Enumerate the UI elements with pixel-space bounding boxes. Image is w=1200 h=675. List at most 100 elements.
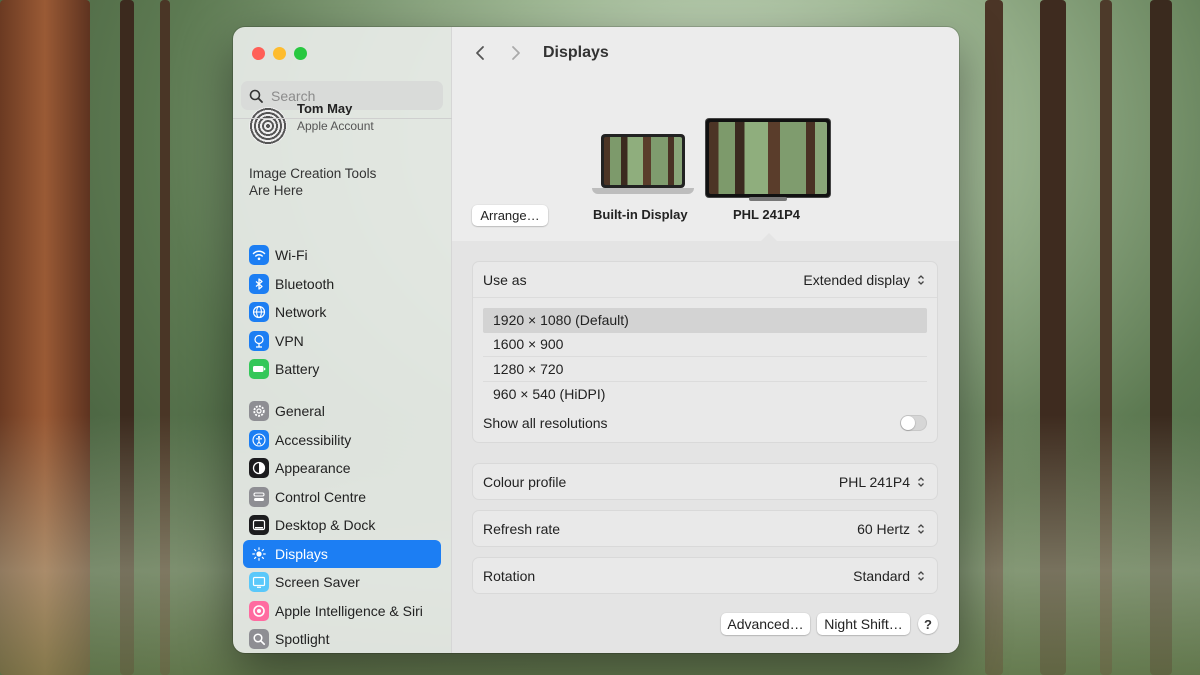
use-as-popup[interactable]: Extended display	[803, 271, 927, 288]
phl-display-thumbnail[interactable]	[706, 119, 830, 197]
refresh-rate-label: Refresh rate	[483, 520, 561, 537]
wifi-icon	[249, 245, 269, 266]
use-as-value: Extended display	[803, 271, 910, 288]
help-button[interactable]: ?	[918, 614, 938, 634]
spotlight-icon	[249, 629, 269, 650]
sidebar-item-label: Network	[275, 304, 327, 321]
sidebar-item-appearance[interactable]: Appearance	[243, 454, 441, 483]
use-as-label: Use as	[483, 271, 527, 288]
minimize-button[interactable]	[273, 47, 286, 60]
toolbar: Displays	[452, 27, 959, 79]
bluetooth-icon	[249, 273, 269, 294]
dock-icon	[249, 515, 269, 536]
zoom-button[interactable]	[294, 47, 307, 60]
control-centre-icon	[249, 486, 269, 507]
colour-profile-label: Colour profile	[483, 473, 567, 490]
updown-chevron-icon	[914, 473, 927, 490]
sidebar-divider	[233, 118, 452, 119]
sidebar-item-label: General	[275, 403, 325, 420]
search-icon	[249, 89, 263, 103]
updown-chevron-icon	[914, 567, 927, 584]
sidebar-item-label: Control Centre	[275, 488, 367, 505]
main-pane: Displays Arrange… Built-in Display PHL 2…	[452, 27, 959, 653]
refresh-rate-card: Refresh rate 60 Hertz	[472, 510, 938, 547]
sidebar-group-system: General Accessibility Appearance Control Ce…	[243, 397, 441, 653]
resolution-option[interactable]: 1600 × 900	[483, 333, 927, 357]
sidebar-item-desktop-dock[interactable]: Desktop & Dock	[243, 511, 441, 540]
night-shift-button[interactable]: Night Shift…	[817, 613, 910, 635]
advanced-button[interactable]: Advanced…	[721, 613, 810, 635]
resolution-list: 1920 × 1080 (Default) 1600 × 900 1280 × 72…	[483, 308, 927, 406]
colour-profile-popup[interactable]: PHL 241P4	[839, 473, 927, 490]
sidebar-item-vpn[interactable]: VPN	[243, 327, 441, 356]
sidebar-item-spotlight[interactable]: Spotlight	[243, 625, 441, 653]
chevron-left-icon	[476, 46, 484, 60]
sidebar-item-control-centre[interactable]: Control Centre	[243, 483, 441, 512]
show-all-resolutions-toggle[interactable]	[900, 415, 927, 431]
sidebar-item-label: Screen Saver	[275, 574, 360, 591]
refresh-rate-value: 60 Hertz	[857, 520, 910, 537]
sidebar-item-battery[interactable]: Battery	[243, 355, 441, 384]
close-button[interactable]	[252, 47, 265, 60]
updown-chevron-icon	[914, 271, 927, 288]
resolution-option[interactable]: 1920 × 1080 (Default)	[483, 308, 927, 333]
selection-pointer	[761, 233, 777, 241]
arrange-button[interactable]: Arrange…	[472, 205, 548, 226]
sidebar-item-screen-saver[interactable]: Screen Saver	[243, 568, 441, 597]
search-placeholder: Search	[271, 87, 316, 104]
built-in-display-label: Built-in Display	[593, 207, 688, 222]
appearance-icon	[249, 458, 269, 479]
vpn-icon	[249, 330, 269, 351]
forward-button[interactable]	[503, 40, 529, 66]
colour-profile-row: Colour profile PHL 241P4	[473, 464, 937, 499]
account-subtitle: Apple Account	[297, 119, 374, 133]
account-name: Tom May	[297, 103, 353, 115]
accessibility-icon	[249, 429, 269, 450]
window-controls	[252, 47, 307, 60]
rotation-popup[interactable]: Standard	[853, 567, 927, 584]
updown-chevron-icon	[914, 520, 927, 537]
chevron-right-icon	[512, 46, 520, 60]
sidebar-item-wi-fi[interactable]: Wi-Fi	[243, 241, 441, 270]
phl-display-label: PHL 241P4	[733, 207, 800, 222]
use-as-card: Use as Extended display 1920 × 1080 (Def…	[472, 261, 938, 443]
rotation-row: Rotation Standard	[473, 558, 937, 593]
sun-icon	[249, 543, 269, 564]
battery-icon	[249, 359, 269, 380]
siri-icon	[249, 600, 269, 621]
sidebar-group-network: Wi-Fi Bluetooth Network VPN Battery	[243, 241, 441, 384]
refresh-rate-popup[interactable]: 60 Hertz	[857, 520, 927, 537]
resolution-option[interactable]: 960 × 540 (HiDPI)	[483, 382, 927, 407]
globe-icon	[249, 302, 269, 323]
sidebar-item-label: Bluetooth	[275, 275, 335, 292]
sidebar-item-network[interactable]: Network	[243, 298, 441, 327]
show-all-resolutions-row: Show all resolutions	[473, 406, 937, 440]
sidebar: Search Tom May Apple Account Image Creat…	[233, 27, 452, 653]
built-in-display-thumbnail[interactable]	[592, 134, 694, 196]
rotation-value: Standard	[853, 567, 910, 584]
promo-link[interactable]: Image Creation Tools Are Here	[249, 165, 399, 199]
gear-icon	[249, 401, 269, 422]
back-button[interactable]	[467, 40, 493, 66]
sidebar-item-label: Desktop & Dock	[275, 517, 376, 534]
sidebar-item-label: Appearance	[275, 460, 351, 477]
sidebar-item-displays[interactable]: Displays	[243, 539, 441, 568]
sidebar-item-bluetooth[interactable]: Bluetooth	[243, 270, 441, 299]
monitor-stand	[749, 197, 787, 201]
sidebar-item-label: Battery	[275, 361, 320, 378]
sidebar-item-general[interactable]: General	[243, 397, 441, 426]
sidebar-item-accessibility[interactable]: Accessibility	[243, 426, 441, 455]
use-as-row: Use as Extended display	[473, 262, 937, 298]
rotation-card: Rotation Standard	[472, 557, 938, 594]
avatar	[249, 107, 287, 145]
sidebar-item-label: VPN	[275, 332, 304, 349]
system-settings-window: Search Tom May Apple Account Image Creat…	[233, 27, 959, 653]
resolution-option[interactable]: 1280 × 720	[483, 357, 927, 382]
sidebar-item-label: Accessibility	[275, 431, 352, 448]
refresh-rate-row: Refresh rate 60 Hertz	[473, 511, 937, 546]
sidebar-item-label: Displays	[275, 545, 328, 562]
account-item[interactable]: Tom May Apple Account	[249, 103, 374, 145]
show-all-resolutions-label: Show all resolutions	[483, 415, 608, 431]
sidebar-item-apple-intelligence-siri[interactable]: Apple Intelligence & Siri	[243, 597, 441, 626]
settings-content: Use as Extended display 1920 × 1080 (Def…	[452, 241, 959, 653]
